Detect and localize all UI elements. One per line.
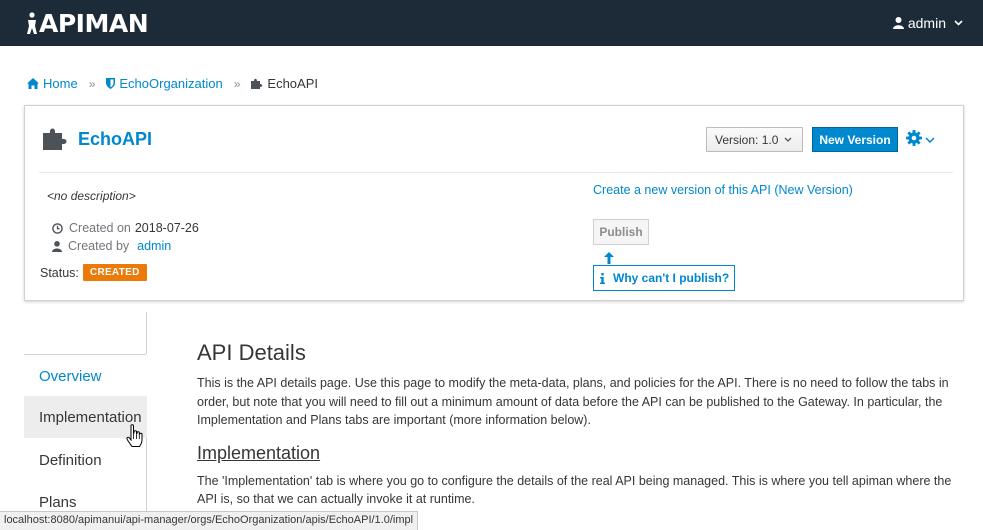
api-description: <no description> <box>47 189 136 203</box>
section-paragraph: The 'Implementation' tab is where you go… <box>197 473 952 507</box>
breadcrumb-org[interactable]: EchoOrganization <box>106 76 223 91</box>
chevron-down-icon <box>925 136 935 143</box>
user-name: admin <box>907 15 946 31</box>
created-by-label: Created by <box>68 239 130 253</box>
user-icon <box>52 240 62 252</box>
hand-pointer-cursor-icon <box>126 424 144 451</box>
main-content: API Details This is the API details page… <box>197 340 967 509</box>
api-card-header: EchoAPI Version: 1.0 New Version <box>25 106 963 173</box>
apiman-logo[interactable]: APIMAN <box>26 8 149 38</box>
breadcrumb-home-label: Home <box>43 76 78 91</box>
nav-item-overview[interactable]: Overview <box>24 355 147 397</box>
breadcrumb-org-label: EchoOrganization <box>119 76 223 91</box>
user-menu[interactable]: admin <box>892 15 963 31</box>
chevron-down-icon <box>954 20 963 26</box>
breadcrumb-separator: » <box>233 76 241 91</box>
breadcrumb-current: EchoAPI <box>251 76 318 91</box>
browser-status-bar: localhost:8080/apimanui/api-manager/orgs… <box>0 511 419 530</box>
api-side-nav: Overview Implementation Definition Plans <box>24 312 147 530</box>
intro-paragraph: This is the API details page. Use this p… <box>197 376 949 427</box>
clock-icon <box>52 222 63 234</box>
page-title: API Details <box>197 340 306 365</box>
created-on-value: 2018-07-26 <box>134 221 199 235</box>
breadcrumb-api-label: EchoAPI <box>267 76 318 91</box>
info-icon <box>600 272 605 284</box>
nav-border <box>146 312 147 354</box>
status-badge: CREATED <box>82 264 147 281</box>
arrow-up-icon <box>603 252 615 264</box>
breadcrumb-home[interactable]: Home <box>27 76 78 91</box>
puzzle-icon <box>43 126 69 153</box>
puzzle-icon <box>251 78 263 89</box>
created-by-link[interactable]: admin <box>137 239 171 253</box>
breadcrumb-separator: » <box>88 76 96 91</box>
publish-button[interactable]: Publish <box>593 219 649 245</box>
settings-menu[interactable] <box>906 130 935 149</box>
version-select[interactable]: Version: 1.0 <box>706 127 803 152</box>
created-on-label: Created on <box>69 221 131 235</box>
logo-figure-icon <box>27 12 37 34</box>
created-on-row: Created on 2018-07-26 <box>52 221 199 235</box>
api-title: EchoAPI <box>78 129 153 149</box>
user-icon <box>892 17 904 29</box>
created-by-row: Created by admin <box>52 239 171 253</box>
breadcrumb: Home » EchoOrganization » EchoAPI <box>27 76 318 91</box>
section-heading: Implementation <box>197 442 321 463</box>
chevron-down-icon <box>784 137 792 142</box>
gear-icon <box>906 130 922 149</box>
why-cant-publish-label: Why can't I publish? <box>613 271 730 285</box>
status-label: Status: <box>40 265 79 280</box>
logo-text: APIMAN <box>39 8 149 38</box>
why-cant-publish-button[interactable]: Why can't I publish? <box>593 265 735 291</box>
top-navbar: APIMAN admin <box>0 0 983 46</box>
create-new-version-link[interactable]: Create a new version of this API (New Ve… <box>593 183 853 197</box>
api-summary-card: EchoAPI Version: 1.0 New Version <no des… <box>24 105 964 301</box>
new-version-button[interactable]: New Version <box>812 127 898 152</box>
shield-icon <box>106 78 116 89</box>
home-icon <box>27 78 39 89</box>
card-divider <box>39 172 953 173</box>
version-select-label: Version: 1.0 <box>715 132 779 147</box>
status-row: Status: CREATED <box>40 264 147 281</box>
